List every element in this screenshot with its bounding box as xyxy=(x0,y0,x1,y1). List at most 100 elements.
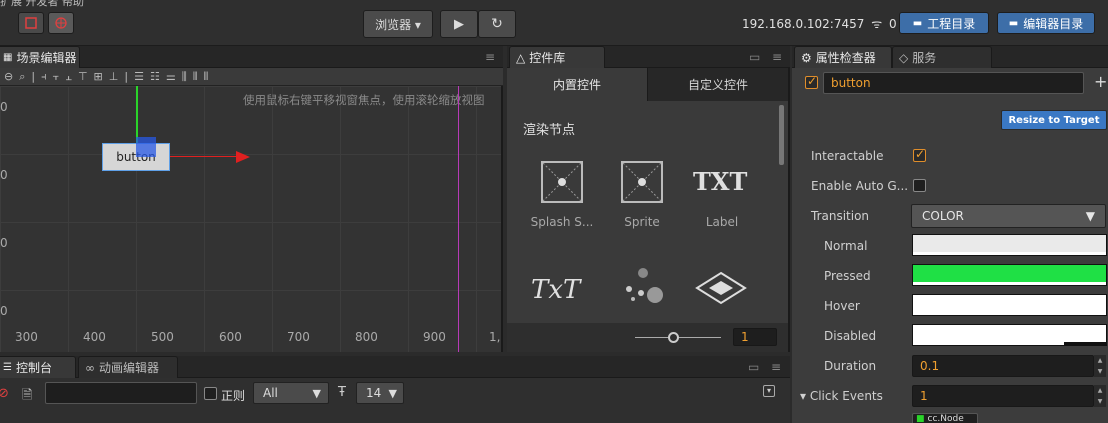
local-coords-button[interactable] xyxy=(18,12,44,34)
collapse-icon[interactable]: ▾ xyxy=(763,385,775,397)
console-search-input[interactable] xyxy=(45,382,197,404)
open-log-file-icon[interactable]: 🗎 xyxy=(22,386,32,408)
tab-services[interactable]: ◇ 服务 xyxy=(892,46,992,68)
tab-console[interactable]: ☰ 控制台 xyxy=(0,356,76,378)
label-icon[interactable]: TXT xyxy=(693,167,747,196)
alpha-fill xyxy=(913,252,1106,255)
x-axis-arrow-icon[interactable] xyxy=(236,151,250,163)
subtab-builtin[interactable]: 内置控件 xyxy=(507,68,647,101)
globe-icon xyxy=(55,17,67,29)
normal-color-swatch[interactable] xyxy=(912,234,1107,256)
alpha-bar xyxy=(913,282,1106,285)
align-top-icon[interactable]: ⊤ xyxy=(78,70,88,83)
pressed-color-swatch[interactable] xyxy=(912,264,1107,286)
distribute-bottom-icon[interactable]: ⚌ xyxy=(166,70,176,83)
library-tabbar: △ 控件库 ▭ ≡ xyxy=(507,46,790,68)
scene-viewport[interactable]: 使用鼠标右键平移视窗焦点，使用滚轮缩放视图 button 0 0 0 0 300… xyxy=(0,86,501,352)
zoom-value-input[interactable]: 1 xyxy=(733,328,777,346)
prop-normal-label: Normal xyxy=(824,239,868,253)
ruler-x-label: 700 xyxy=(287,330,310,344)
library-tab-label: 控件库 xyxy=(529,51,566,65)
prop-transition-label: Transition xyxy=(811,209,870,223)
library-footer: 1 xyxy=(507,323,788,352)
console-tabbar: ☰ 控制台 ∞ 动画编辑器 ▭ ≡ xyxy=(0,356,790,378)
node-active-checkbox[interactable] xyxy=(805,74,818,89)
scrollbar-thumb[interactable] xyxy=(779,105,784,165)
inspector-tab-label: 属性检查器 xyxy=(815,51,876,65)
distribute-top-icon[interactable]: ☰ xyxy=(134,70,144,83)
maximize-icon[interactable]: ▭ xyxy=(748,360,759,374)
menu-bar-fragment[interactable]: 扩展 开发者 帮助 xyxy=(0,0,84,9)
click-events-count-input[interactable]: 1 xyxy=(912,385,1094,407)
tiledmap-icon[interactable] xyxy=(695,271,747,305)
splash-sprite-icon[interactable] xyxy=(541,161,583,203)
distribute-right-icon[interactable]: ⫴ xyxy=(204,70,209,84)
zoom-out-icon[interactable]: ⊖ xyxy=(4,70,13,83)
richtext-icon[interactable]: TxT xyxy=(531,275,580,305)
log-level-value: All xyxy=(263,386,278,400)
wifi-icon: ᯤ xyxy=(871,17,883,31)
editor-dir-label: 编辑器目录 xyxy=(1023,16,1084,31)
tab-animation-editor[interactable]: ∞ 动画编辑器 xyxy=(78,356,178,378)
node-green-icon: ■ xyxy=(916,414,925,423)
zoom-fit-icon[interactable]: ⌕ xyxy=(19,70,25,84)
alpha-fill xyxy=(913,342,1064,345)
align-right-icon[interactable]: ⫠ xyxy=(65,70,72,84)
open-project-dir-button[interactable]: ▬ 工程目录 xyxy=(899,12,989,34)
prop-click-events-label[interactable]: ▾ Click Events xyxy=(800,389,883,403)
refresh-button[interactable]: ↻ xyxy=(478,10,516,38)
prop-disabled-label: Disabled xyxy=(824,329,877,343)
play-button[interactable]: ▶ xyxy=(440,10,478,38)
separator: | xyxy=(31,70,36,83)
move-handle[interactable] xyxy=(136,137,156,157)
panel-menu-icon[interactable]: ≡ xyxy=(771,360,781,374)
log-level-select[interactable]: All ▼ xyxy=(253,382,329,404)
duration-stepper[interactable]: ▲ ▼ xyxy=(1094,355,1106,377)
zoom-slider-thumb[interactable] xyxy=(668,332,679,343)
hover-color-swatch[interactable] xyxy=(912,294,1107,316)
prop-interactable-label: Interactable xyxy=(811,149,884,163)
tab-node-library[interactable]: △ 控件库 xyxy=(509,46,605,68)
distribute-left-icon[interactable]: ⫼ xyxy=(182,70,187,84)
ruler-y-label: 0 xyxy=(0,168,8,182)
add-component-icon[interactable]: + xyxy=(1094,72,1107,91)
distribute-hcenter-icon[interactable]: ⦀ xyxy=(193,70,198,84)
disabled-color-swatch[interactable] xyxy=(912,324,1107,346)
select-rect-icon xyxy=(25,17,37,29)
ruler-x-label: 400 xyxy=(83,330,106,344)
ruler-x-label: 900 xyxy=(423,330,446,344)
maximize-icon[interactable]: ▭ xyxy=(749,50,760,64)
font-size-select[interactable]: 14 ▼ xyxy=(356,382,404,404)
browser-select[interactable]: 浏览器 ▾ xyxy=(363,10,433,38)
regex-checkbox[interactable] xyxy=(204,387,217,400)
open-editor-dir-button[interactable]: ▬ 编辑器目录 xyxy=(997,12,1095,34)
transition-select[interactable]: COLOR ▼ xyxy=(911,204,1106,228)
clear-console-icon[interactable]: ⊘ xyxy=(0,386,9,401)
node-name-input[interactable]: button xyxy=(823,72,1084,94)
align-bottom-icon[interactable]: ⊥ xyxy=(109,70,119,83)
distribute-vcenter-icon[interactable]: ☷ xyxy=(150,70,160,83)
align-hcenter-icon[interactable]: ⫟ xyxy=(53,70,60,84)
panel-menu-icon[interactable]: ≡ xyxy=(485,50,495,64)
interactable-checkbox[interactable] xyxy=(913,147,926,162)
ip-address: 192.168.0.102:7457 xyxy=(742,17,865,31)
console-icon: ☰ xyxy=(3,362,12,373)
subtab-custom[interactable]: 自定义控件 xyxy=(647,68,788,101)
resize-to-target-button[interactable]: Resize to Target xyxy=(1001,110,1107,130)
sprite-icon[interactable] xyxy=(621,161,663,203)
global-coords-button[interactable] xyxy=(48,12,74,34)
library-content: 渲染节点 TXT Splash S... Sprite Label TxT xyxy=(507,101,788,323)
auto-gray-checkbox[interactable] xyxy=(913,179,926,192)
click-events-stepper[interactable]: ▲ ▼ xyxy=(1094,385,1106,407)
panel-menu-icon[interactable]: ≡ xyxy=(772,50,782,64)
tab-scene-editor[interactable]: ▦ 场景编辑器 xyxy=(0,46,80,68)
tab-inspector[interactable]: ⚙ 属性检查器 xyxy=(794,46,892,68)
particle-system-icon[interactable] xyxy=(619,263,667,307)
duration-input[interactable]: 0.1 xyxy=(912,355,1094,377)
node-library-panel: △ 控件库 ▭ ≡ 内置控件 自定义控件 渲染节点 TXT Splash S..… xyxy=(507,46,790,352)
align-left-icon[interactable]: ⫞ xyxy=(41,70,47,84)
align-vcenter-icon[interactable]: ⊞ xyxy=(94,70,103,83)
top-toolbar: 扩展 开发者 帮助 浏览器 ▾ ▶ ↻ 192.168.0.102:7457 ᯤ… xyxy=(0,0,1108,46)
alpha-fill xyxy=(913,312,1106,315)
cc-node-field[interactable]: ■ cc.Node xyxy=(912,413,978,423)
